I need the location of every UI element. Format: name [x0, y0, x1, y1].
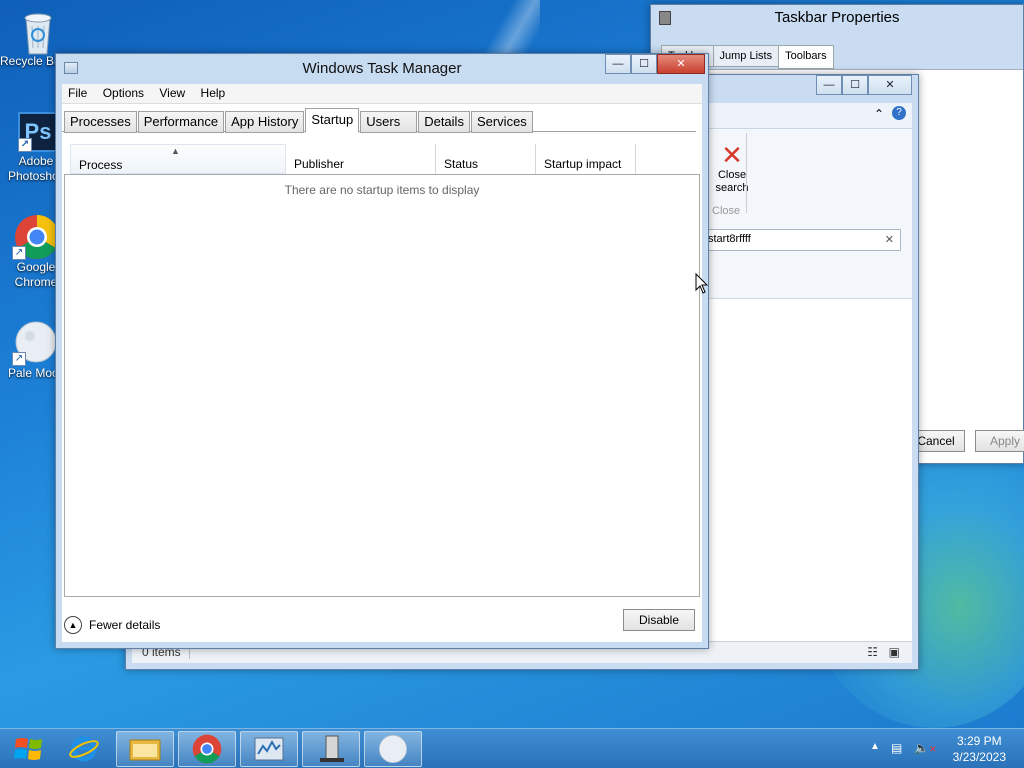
tab-details[interactable]: Details: [418, 111, 470, 133]
chrome-icon: ↗: [12, 214, 59, 260]
ribbon-collapse-icon[interactable]: ⌃: [874, 107, 884, 121]
internet-explorer-icon: [69, 736, 99, 762]
file-explorer-taskbar-button[interactable]: [116, 731, 174, 767]
column-header-startup-impact[interactable]: Startup impact: [536, 144, 636, 174]
details-view-icon[interactable]: ☷: [867, 645, 878, 659]
shortcut-arrow-icon: ↗: [12, 352, 26, 366]
search-input[interactable]: start8rffff ✕: [701, 229, 901, 251]
recycle-bin-icon: [16, 8, 60, 55]
window-title: Taskbar Properties: [774, 9, 900, 26]
tab-toolbars[interactable]: Toolbars: [778, 45, 834, 69]
folder-icon: [129, 739, 161, 761]
maximize-button[interactable]: ☐: [631, 54, 657, 74]
windows-logo-icon: [14, 738, 42, 760]
desktop-icon-label: Recycle Bin: [0, 54, 56, 68]
close-x-icon: ✕: [721, 140, 743, 170]
task-manager-icon: [254, 737, 284, 761]
network-icon[interactable]: ▤: [891, 741, 902, 755]
volume-muted-icon[interactable]: 🔈✕: [914, 741, 937, 755]
fewer-details-label: Fewer details: [89, 618, 161, 632]
pale-moon-icon: ↗: [12, 320, 58, 366]
properties-icon: [320, 735, 344, 762]
pale-moon-icon: [379, 735, 407, 763]
chrome-icon: [192, 734, 222, 764]
task-manager-taskbar-button[interactable]: [240, 731, 298, 767]
pale-moon-taskbar-button[interactable]: [364, 731, 422, 767]
apply-button[interactable]: Apply: [975, 430, 1024, 452]
menu-help[interactable]: Help: [195, 84, 232, 102]
close-search-button[interactable]: ✕ Close search: [710, 141, 754, 195]
tab-app-history[interactable]: App History: [225, 111, 305, 133]
maximize-button[interactable]: ☐: [842, 75, 868, 95]
menu-bar: File Options View Help: [62, 84, 702, 104]
clear-search-icon[interactable]: ✕: [885, 233, 894, 246]
clock-time: 3:29 PM: [956, 734, 1002, 748]
internet-explorer-pin[interactable]: [62, 731, 106, 767]
ribbon-divider: [746, 133, 747, 213]
system-clock[interactable]: 3:29 PM 3/23/2023: [953, 733, 1006, 765]
tab-users[interactable]: Users: [360, 111, 418, 133]
fewer-details-toggle[interactable]: ▲ Fewer details: [64, 616, 160, 634]
show-hidden-icons-icon[interactable]: ▲: [870, 741, 880, 752]
column-header-row: ▲ Process Publisher Status Startup impac…: [64, 144, 698, 174]
tab-processes[interactable]: Processes: [64, 111, 137, 133]
chevron-up-icon: ▲: [64, 616, 82, 634]
minimize-button[interactable]: —: [605, 54, 631, 74]
chrome-taskbar-button[interactable]: [178, 731, 236, 767]
empty-list-message: There are no startup items to display: [284, 183, 480, 197]
shortcut-arrow-icon: ↗: [18, 138, 32, 152]
menu-options[interactable]: Options: [97, 84, 150, 102]
startup-items-list[interactable]: There are no startup items to display: [64, 174, 700, 597]
menu-view[interactable]: View: [153, 84, 191, 102]
tab-services[interactable]: Services: [470, 111, 533, 133]
large-icons-view-icon[interactable]: ▣: [889, 645, 900, 659]
task-manager-window[interactable]: Windows Task Manager — ☐ ✕ File Options …: [55, 53, 709, 649]
shortcut-arrow-icon: ↗: [12, 246, 26, 260]
close-button[interactable]: ✕: [868, 75, 912, 95]
minimize-button[interactable]: —: [816, 75, 842, 95]
column-header-status[interactable]: Status: [436, 144, 536, 174]
tab-jump-lists[interactable]: Jump Lists: [712, 45, 780, 67]
column-header-publisher[interactable]: Publisher: [286, 144, 436, 174]
taskbar-properties-taskbar-button[interactable]: [302, 731, 360, 767]
ribbon-group-label: Close: [712, 205, 741, 217]
tab-strip: Processes Performance App History Startup Us…: [64, 108, 534, 133]
tab-startup[interactable]: Startup: [305, 108, 360, 133]
start-button[interactable]: [6, 731, 52, 767]
mouse-cursor-icon: [695, 273, 709, 294]
photoshop-icon: Ps ↗: [18, 112, 58, 152]
disable-button[interactable]: Disable: [623, 609, 695, 631]
help-icon[interactable]: ?: [892, 106, 906, 120]
close-button[interactable]: ✕: [657, 54, 705, 74]
column-header-process[interactable]: ▲ Process: [70, 144, 286, 174]
clock-date: 3/23/2023: [952, 750, 1006, 764]
menu-file[interactable]: File: [62, 84, 93, 102]
sort-ascending-icon: ▲: [171, 146, 180, 156]
tab-performance[interactable]: Performance: [137, 111, 225, 133]
taskbar: ▲ ▤ 🔈✕ 3:29 PM 3/23/2023: [0, 728, 1024, 768]
